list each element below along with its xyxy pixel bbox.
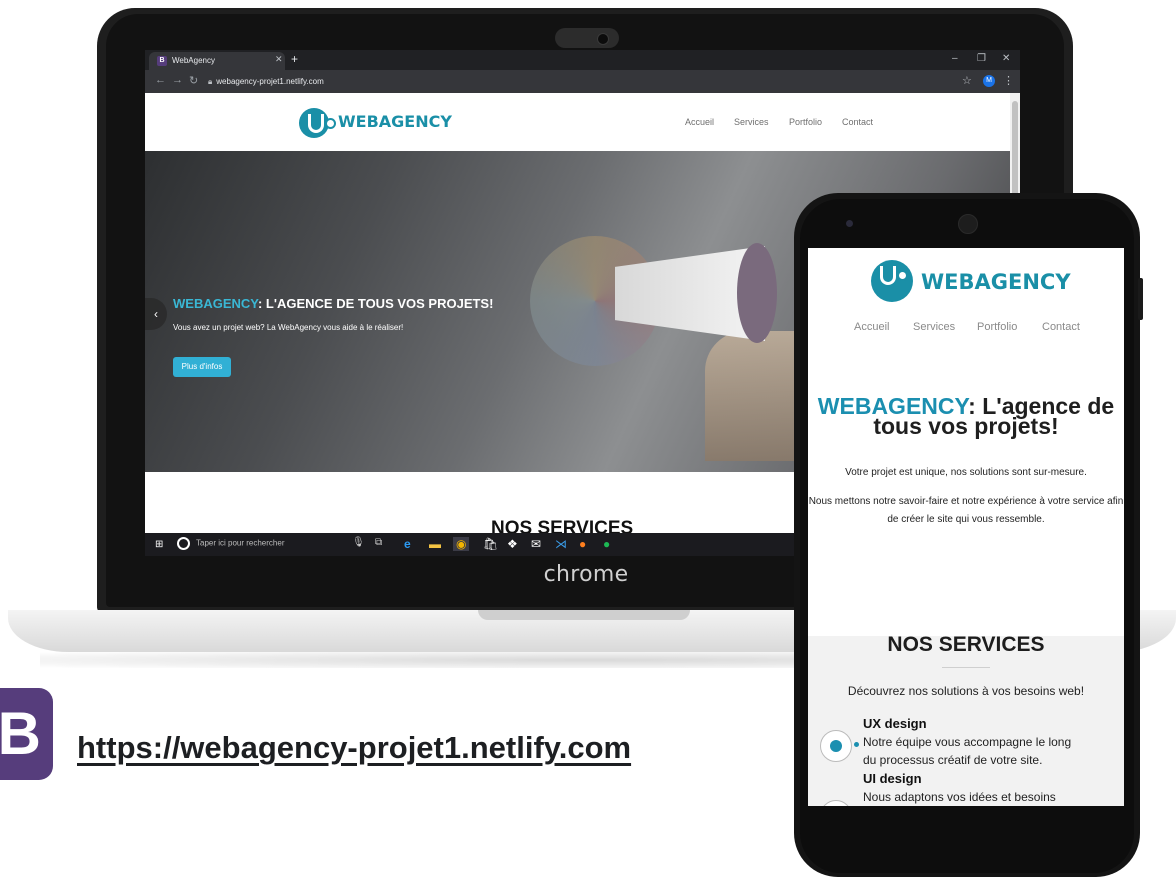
forward-icon[interactable]: → xyxy=(172,74,183,86)
phone-speaker xyxy=(958,214,978,234)
phone-intro-text-2a: Nous mettons notre savoir-faire et notre… xyxy=(808,496,1124,507)
phone-logo-text[interactable]: WEBAGENCY xyxy=(921,270,1071,294)
windows-start-icon[interactable]: ⊞ xyxy=(155,539,166,550)
close-tab-icon[interactable]: ✕ xyxy=(275,54,283,65)
microphone-icon[interactable]: 🎙︎ xyxy=(352,537,365,548)
megaphone-cap-image xyxy=(737,243,777,343)
minimize-icon[interactable]: – xyxy=(952,53,958,64)
bootstrap-favicon-icon: B xyxy=(157,56,167,66)
phone-hero-title: WEBAGENCY: L'agence de tous vos projets! xyxy=(817,393,1115,439)
taskbar-search[interactable]: Taper ici pour rechercher xyxy=(177,537,284,550)
kebab-menu-icon[interactable]: ⋮ xyxy=(1003,74,1014,87)
service-text: Notre équipe vous accompagne le long xyxy=(863,735,1072,749)
bootstrap-logo-icon: B xyxy=(0,688,53,780)
webcam xyxy=(555,28,619,48)
store-icon[interactable]: 🛍︎ xyxy=(483,537,498,551)
mail-icon[interactable]: ✉ xyxy=(531,537,541,551)
address-bar[interactable]: 🔒︎ webagency-projet1.netlify.com xyxy=(208,74,968,89)
phone-nav-portfolio[interactable]: Portfolio xyxy=(977,321,1017,333)
cortana-icon xyxy=(177,537,190,550)
phone-services-subtitle: Découvrez nos solutions à vos besoins we… xyxy=(847,684,1085,698)
phone-services-heading: NOS SERVICES xyxy=(887,633,1045,656)
close-window-icon[interactable]: ✕ xyxy=(1002,53,1010,64)
hero-title: WEBAGENCY: L'AGENCE DE TOUS VOS PROJETS! xyxy=(173,296,494,311)
back-icon[interactable]: ← xyxy=(155,74,166,86)
vscode-icon[interactable]: ⋊ xyxy=(555,537,567,551)
browser-tab-bar: B WebAgency ✕ + – ❐ ✕ xyxy=(145,50,1020,70)
webagency-logo-icon[interactable] xyxy=(299,108,336,138)
browser-tab[interactable]: B WebAgency ✕ xyxy=(149,52,285,70)
phone-side-button xyxy=(1138,278,1143,320)
tab-title: WebAgency xyxy=(172,56,215,65)
more-info-button[interactable]: Plus d'infos xyxy=(173,357,231,377)
chrome-icon[interactable]: ◉ xyxy=(453,537,470,551)
bullet-dot-icon xyxy=(854,742,859,747)
service-text: Nous adaptons vos idées et besoins xyxy=(863,790,1056,804)
phone-nav-contact[interactable]: Contact xyxy=(1042,321,1080,333)
nav-services[interactable]: Services xyxy=(734,117,769,127)
carousel-prev-icon[interactable]: ‹ xyxy=(145,298,167,330)
spotify-icon[interactable]: ● xyxy=(603,537,610,551)
ux-design-icon xyxy=(820,730,852,762)
laptop-brand: chrome xyxy=(543,562,629,587)
hero-subtitle: Vous avez un projet web? La WebAgency vo… xyxy=(173,323,404,332)
reload-icon[interactable]: ↻ xyxy=(189,74,198,87)
phone-nav-services[interactable]: Services xyxy=(913,321,955,333)
project-url-link[interactable]: https://webagency-projet1.netlify.com xyxy=(77,730,631,766)
phone-intro-text: Votre projet est unique, nos solutions s… xyxy=(845,467,1087,478)
phone-intro-text-2b: de créer le site qui vous ressemble. xyxy=(887,514,1045,525)
laptop-base-notch xyxy=(478,610,690,620)
service-title: UX design xyxy=(863,716,927,731)
star-icon[interactable]: ☆ xyxy=(962,74,972,87)
url-text: webagency-projet1.netlify.com xyxy=(216,77,324,86)
pie-icon xyxy=(830,740,842,752)
dropbox-icon[interactable]: ❖ xyxy=(507,537,518,551)
phone-nav-accueil[interactable]: Accueil xyxy=(854,321,889,333)
new-tab-icon[interactable]: + xyxy=(291,52,298,66)
lock-icon: 🔒︎ xyxy=(208,77,213,86)
phone-services-section xyxy=(808,636,1124,806)
phone-camera xyxy=(846,220,853,227)
phone-screen: WEBAGENCY Accueil Services Portfolio Con… xyxy=(808,248,1124,806)
nav-accueil[interactable]: Accueil xyxy=(685,117,714,127)
firefox-icon[interactable]: ● xyxy=(579,537,586,551)
browser-toolbar: ← → ↻ 🔒︎ webagency-projet1.netlify.com ☆ … xyxy=(145,70,1020,93)
site-header: WEBAGENCY Accueil Services Portfolio Con… xyxy=(145,93,1010,151)
phone-services-divider xyxy=(942,667,990,668)
file-explorer-icon[interactable]: ▬ xyxy=(429,537,441,551)
nav-portfolio[interactable]: Portfolio xyxy=(789,117,822,127)
service-text: du processus créatif de votre site. xyxy=(863,753,1043,767)
nav-contact[interactable]: Contact xyxy=(842,117,873,127)
edge-icon[interactable]: e xyxy=(404,537,411,551)
service-title: UI design xyxy=(863,771,922,786)
task-view-icon[interactable]: ⧉ xyxy=(375,537,382,548)
profile-avatar[interactable]: M xyxy=(983,75,995,87)
phone-logo-icon[interactable] xyxy=(871,260,913,302)
site-logo-text[interactable]: WEBAGENCY xyxy=(338,112,452,131)
maximize-icon[interactable]: ❐ xyxy=(977,53,986,64)
